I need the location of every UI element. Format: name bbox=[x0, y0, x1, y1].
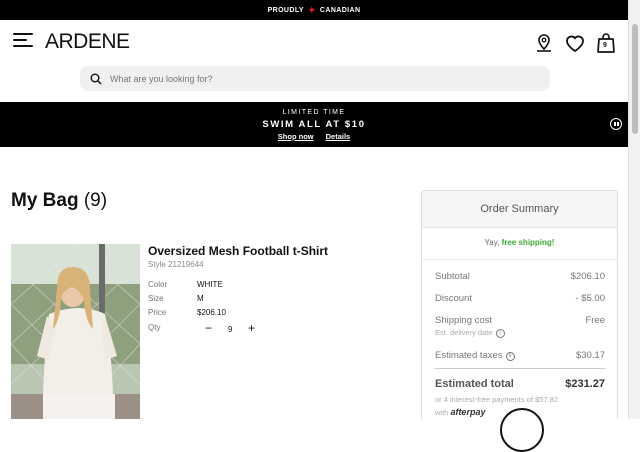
subtotal-label: Subtotal bbox=[435, 271, 470, 282]
scrollbar-thumb[interactable] bbox=[632, 24, 638, 134]
order-summary-title: Order Summary bbox=[422, 191, 617, 228]
maple-leaf-icon: ✦ bbox=[307, 4, 316, 15]
summary-divider bbox=[422, 259, 617, 260]
brand-logo[interactable]: ARDENE bbox=[45, 30, 130, 54]
wishlist-heart-icon[interactable] bbox=[564, 33, 586, 53]
details-link[interactable]: Details bbox=[326, 132, 351, 141]
free-shipping-note: Yay, free shipping! bbox=[422, 238, 617, 247]
spec-price: Price $206.10 bbox=[148, 308, 226, 317]
spec-value: $206.10 bbox=[197, 308, 226, 317]
spec-value: M bbox=[197, 294, 204, 303]
delivery-estimate: Est. delivery date i bbox=[435, 328, 505, 338]
info-icon[interactable]: i bbox=[495, 329, 505, 338]
announcement-left: PROUDLY bbox=[267, 6, 304, 14]
product-name[interactable]: Oversized Mesh Football t-Shirt bbox=[148, 244, 328, 258]
taxes-value: $30.17 bbox=[575, 350, 605, 361]
promo-eyebrow: LIMITED TIME bbox=[282, 109, 346, 116]
spec-size: Size M bbox=[148, 294, 204, 303]
announcement-bar: PROUDLY ✦ CANADIAN bbox=[0, 0, 628, 20]
product-style-number: Style 21219644 bbox=[148, 260, 204, 269]
total-value: $231.27 bbox=[565, 378, 605, 390]
page-title: My Bag (9) bbox=[11, 190, 107, 212]
search-icon bbox=[90, 73, 102, 85]
shipping-row: Shipping cost Free bbox=[435, 315, 605, 326]
spec-label: Price bbox=[148, 308, 167, 317]
afterpay-with: with bbox=[435, 408, 449, 417]
info-icon[interactable]: i bbox=[505, 352, 515, 361]
discount-label: Discount bbox=[435, 293, 472, 304]
qty-decrease-button[interactable]: − bbox=[205, 322, 212, 334]
store-locator-icon[interactable] bbox=[534, 33, 554, 53]
afterpay-installments: or 4 interest-free payments of $57.82 bbox=[435, 395, 558, 404]
ship-prefix: Yay, bbox=[484, 238, 500, 247]
qty-label: Qty bbox=[148, 323, 161, 332]
shipping-value: Free bbox=[585, 315, 605, 326]
search-bar[interactable] bbox=[80, 66, 550, 91]
afterpay-logo[interactable]: afterpay bbox=[450, 407, 485, 417]
product-photo bbox=[11, 244, 140, 419]
discount-value: - $5.00 bbox=[575, 293, 605, 304]
spec-color: Color WHITE bbox=[148, 280, 223, 289]
shipping-label: Shipping cost bbox=[435, 315, 493, 326]
shop-now-link[interactable]: Shop now bbox=[278, 132, 314, 141]
delivery-note: Est. delivery date bbox=[435, 328, 493, 337]
product-image[interactable] bbox=[11, 244, 140, 419]
taxes-label: Estimated taxes bbox=[435, 350, 503, 361]
subtotal-row: Subtotal $206.10 bbox=[435, 271, 605, 282]
announcement-right: CANADIAN bbox=[319, 6, 361, 14]
promo-banner: LIMITED TIME SWIM ALL AT $10 Shop now De… bbox=[0, 102, 628, 147]
spec-label: Size bbox=[148, 294, 164, 303]
total-row: Estimated total $231.27 bbox=[435, 378, 605, 390]
hamburger-menu-icon[interactable] bbox=[13, 33, 35, 49]
total-divider bbox=[435, 368, 605, 369]
spec-value: WHITE bbox=[197, 280, 223, 289]
qty-value[interactable]: 9 bbox=[228, 325, 232, 334]
free-shipping-text: free shipping! bbox=[501, 238, 555, 247]
subtotal-value: $206.10 bbox=[570, 271, 605, 282]
total-label: Estimated total bbox=[435, 378, 514, 390]
page-scrollbar[interactable] bbox=[628, 0, 640, 419]
discount-row: Discount - $5.00 bbox=[435, 293, 605, 304]
spec-label: Color bbox=[148, 280, 168, 289]
bag-count: (9) bbox=[83, 190, 108, 211]
cart-count-badge: 9 bbox=[603, 42, 607, 49]
search-input[interactable] bbox=[110, 73, 510, 84]
site-header: ARDENE 9 bbox=[0, 20, 628, 102]
pause-icon[interactable] bbox=[610, 118, 622, 130]
afterpay-note: or 4 interest-free payments of $57.82 wi… bbox=[435, 394, 558, 419]
qty-increase-button[interactable]: + bbox=[248, 322, 255, 334]
promo-headline: SWIM ALL AT $10 bbox=[262, 119, 366, 130]
taxes-row: Estimated taxes i $30.17 bbox=[435, 350, 605, 361]
bag-title-text: My Bag bbox=[11, 190, 79, 211]
chat-widget-button[interactable] bbox=[500, 408, 544, 452]
